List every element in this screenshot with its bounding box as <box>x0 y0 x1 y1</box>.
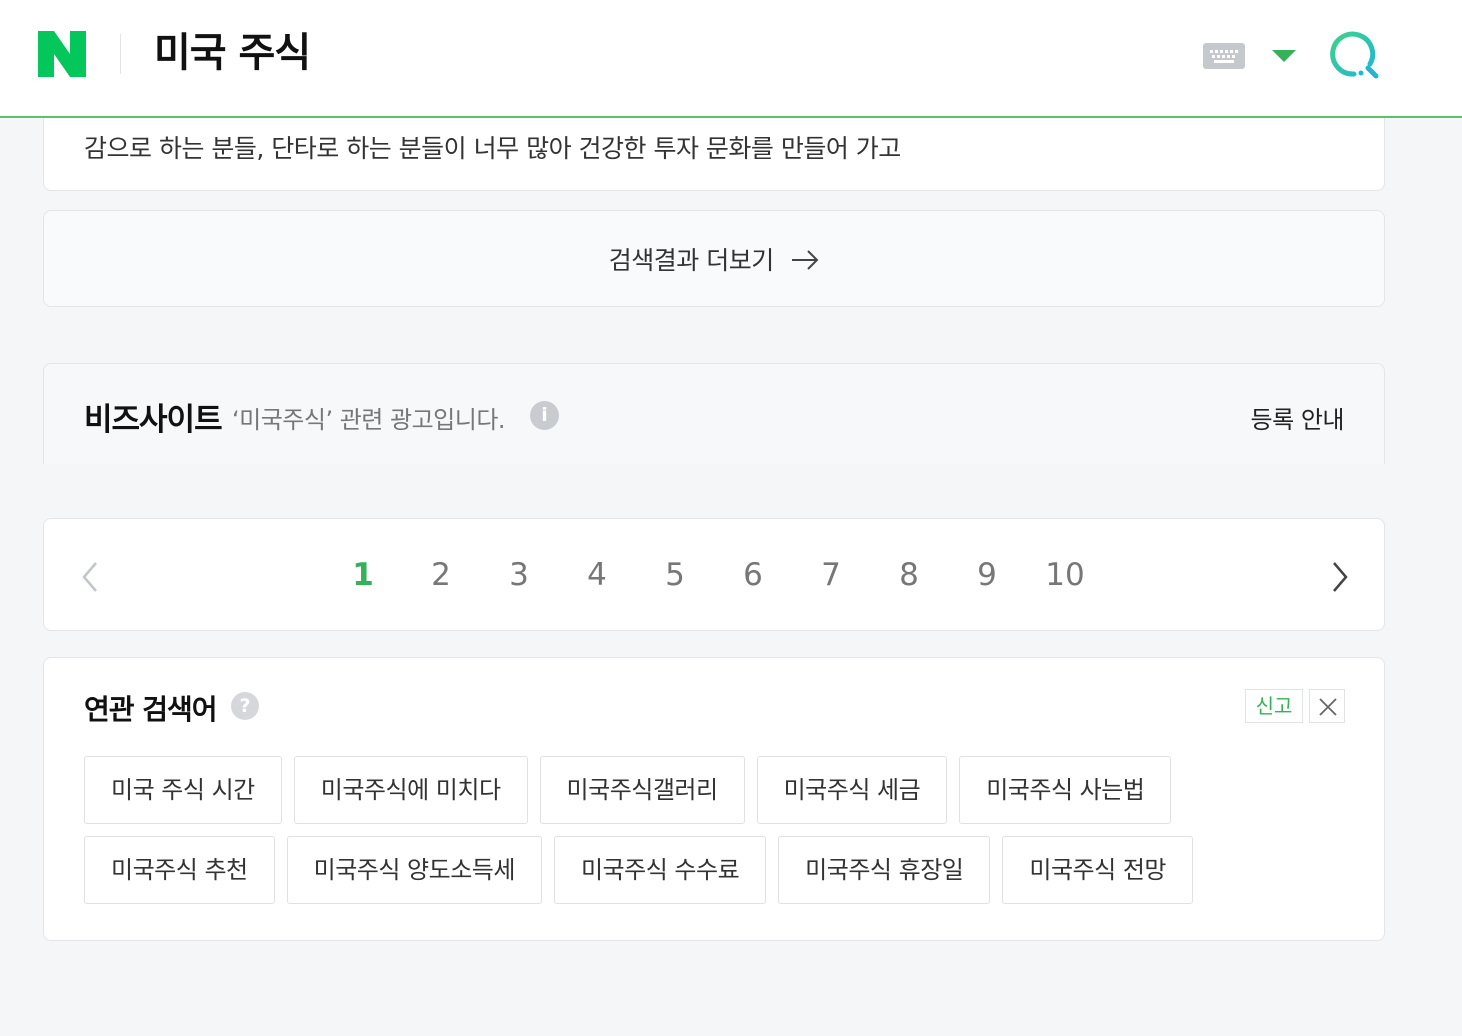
more-results-label: 검색결과 더보기 <box>608 246 774 275</box>
chevron-right-icon[interactable] <box>1328 559 1352 595</box>
naver-logo-icon[interactable] <box>38 31 86 77</box>
info-icon[interactable]: i <box>530 401 559 430</box>
bizsite-description: ‘미국주식’ 관련 광고입니다. <box>232 406 506 434</box>
page-9-link[interactable]: 9 <box>957 557 1017 593</box>
pagination: 1 2 3 4 5 6 7 8 9 10 <box>43 518 1385 631</box>
page-3-link[interactable]: 3 <box>489 557 549 593</box>
related-searches: 연관 검색어 ? 신고 미국 주식 시간 미국주식에 미치다 미국주식갤러리 미국주식… <box>43 657 1385 941</box>
more-results-button[interactable]: 검색결과 더보기 <box>43 210 1385 307</box>
result-snippet-text[interactable]: 감으로 하는 분들, 단타로 하는 분들이 너무 많아 건강한 투자 문화를 만… <box>84 129 901 165</box>
help-icon[interactable]: ? <box>231 692 259 720</box>
page-2-link[interactable]: 2 <box>411 557 471 593</box>
header-divider <box>120 34 121 74</box>
related-search-chip[interactable]: 미국주식 양도소득세 <box>286 836 542 904</box>
related-search-chip[interactable]: 미국주식 휴장일 <box>778 836 991 904</box>
bizsite-section: 비즈사이트 ‘미국주식’ 관련 광고입니다. i 등록 안내 <box>43 363 1385 464</box>
close-icon <box>1319 698 1337 716</box>
arrow-right-icon <box>791 248 819 277</box>
search-icon[interactable] <box>1328 30 1380 82</box>
keyboard-icon[interactable] <box>1203 43 1245 69</box>
bizsite-title: 비즈사이트 <box>84 402 223 438</box>
related-search-chip[interactable]: 미국주식 세금 <box>756 756 948 824</box>
related-search-chip[interactable]: 미국 주식 시간 <box>84 756 282 824</box>
more-results-label-wrap: 검색결과 더보기 <box>44 241 1384 277</box>
search-header: 미국 주식 <box>0 0 1462 118</box>
related-row-2: 미국주식 추천 미국주식 양도소득세 미국주식 수수료 미국주식 휴장일 미국주식 전망 <box>84 836 1193 904</box>
related-searches-title: 연관 검색어 <box>84 693 218 726</box>
register-guide-link[interactable]: 등록 안내 <box>1251 400 1345 435</box>
page-7-link[interactable]: 7 <box>801 557 861 593</box>
page-1-link[interactable]: 1 <box>333 557 393 593</box>
page-8-link[interactable]: 8 <box>879 557 939 593</box>
search-query-input[interactable]: 미국 주식 <box>154 27 311 79</box>
related-search-chip[interactable]: 미국주식 수수료 <box>553 836 767 904</box>
report-button[interactable]: 신고 <box>1245 689 1303 723</box>
page-10-link[interactable]: 10 <box>1035 557 1095 593</box>
page-number-list: 1 2 3 4 5 6 7 8 9 10 <box>44 519 1384 630</box>
caret-down-icon[interactable] <box>1271 48 1297 62</box>
related-search-chip[interactable]: 미국주식 사는법 <box>959 756 1172 824</box>
page-4-link[interactable]: 4 <box>567 557 627 593</box>
related-search-chip[interactable]: 미국주식 추천 <box>84 836 275 904</box>
related-search-chip[interactable]: 미국주식에 미치다 <box>293 756 528 824</box>
close-button[interactable] <box>1309 689 1345 723</box>
related-row-1: 미국 주식 시간 미국주식에 미치다 미국주식갤러리 미국주식 세금 미국주식 사는법 <box>84 756 1172 824</box>
page-6-link[interactable]: 6 <box>723 557 783 593</box>
page-5-link[interactable]: 5 <box>645 557 705 593</box>
related-search-chip[interactable]: 미국주식갤러리 <box>539 756 745 824</box>
related-search-chip[interactable]: 미국주식 전망 <box>1002 836 1193 904</box>
